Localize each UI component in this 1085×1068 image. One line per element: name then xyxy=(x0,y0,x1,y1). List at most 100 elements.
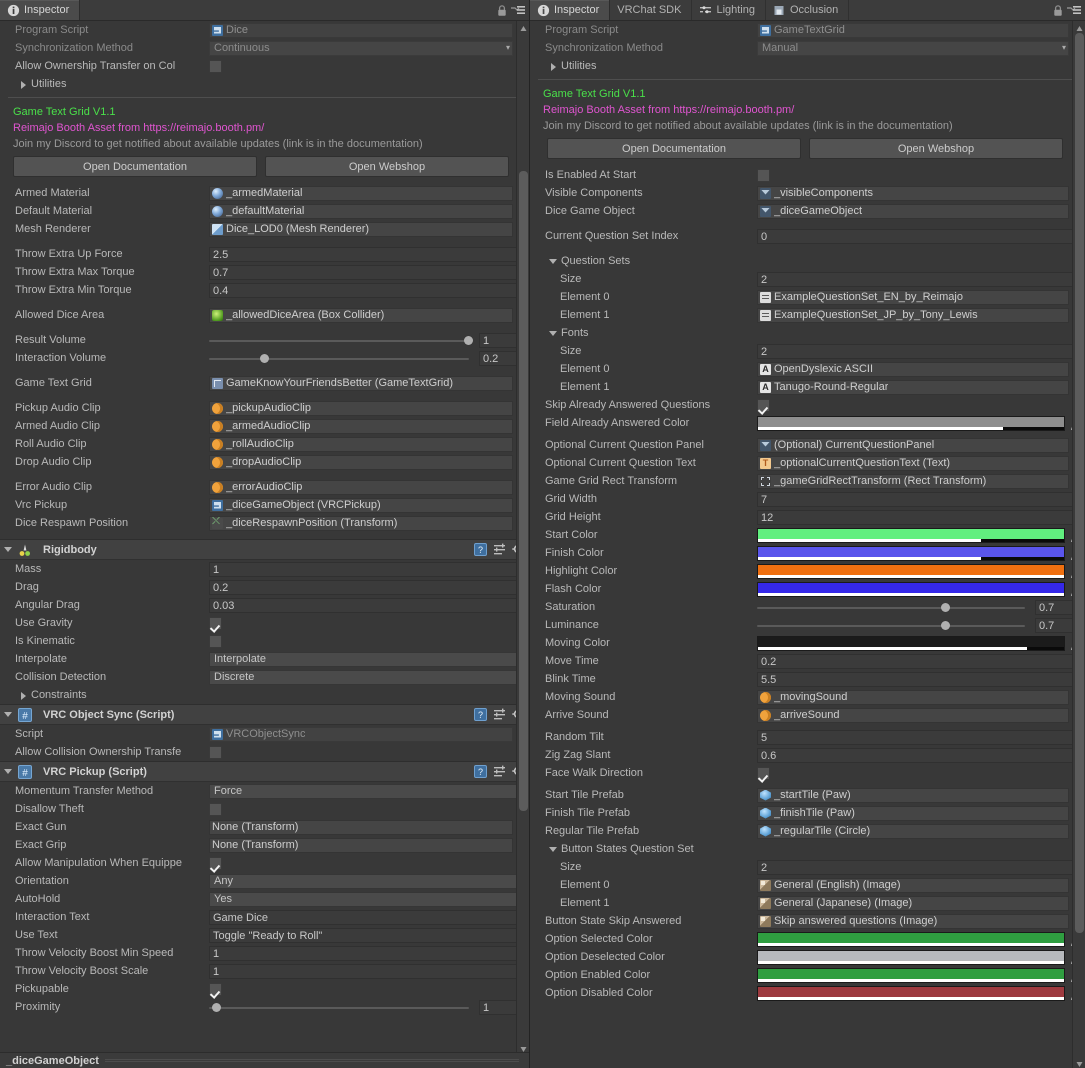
zig-zag-slant-input[interactable]: 0.6 xyxy=(757,748,1085,763)
utilities-foldout[interactable]: Utilities xyxy=(15,78,66,90)
luminance-slider[interactable] xyxy=(757,618,1029,633)
flash-color-swatch[interactable] xyxy=(757,582,1065,597)
collision-detection-dropdown[interactable]: Discrete▴▾ xyxy=(209,670,529,685)
skip-already-answered-questions-checkbox[interactable] xyxy=(757,399,770,412)
open-webshop-button[interactable]: Open Webshop xyxy=(809,138,1063,159)
option-deselected-color-swatch[interactable] xyxy=(757,950,1065,965)
pickup-header[interactable]: # VRC Pickup (Script) ? xyxy=(0,761,529,782)
moving-sound-object-field[interactable]: _movingSound xyxy=(757,690,1069,705)
arrive-sound-object-field[interactable]: _arriveSound xyxy=(757,708,1069,723)
element-0-object-field[interactable]: General (English) (Image) xyxy=(757,878,1069,893)
size-input[interactable]: 2 xyxy=(757,860,1085,875)
default-material-object-field[interactable]: _defaultMaterial xyxy=(209,204,513,219)
open-webshop-button[interactable]: Open Webshop xyxy=(265,156,509,177)
scroll-thumb[interactable] xyxy=(1075,33,1084,933)
orientation-dropdown[interactable]: Any▴▾ xyxy=(209,874,529,889)
scroll-down-icon[interactable] xyxy=(1076,1059,1083,1066)
sync-method-dropdown[interactable]: Continuous ▾ xyxy=(209,41,513,56)
constraints-foldout[interactable]: Constraints xyxy=(15,689,87,701)
preset-icon[interactable] xyxy=(493,543,506,556)
highlight-color-swatch[interactable] xyxy=(757,564,1065,579)
help-icon[interactable]: ? xyxy=(474,765,487,778)
option-disabled-color-swatch[interactable] xyxy=(757,986,1065,1001)
dice-game-object-object-field[interactable]: _diceGameObject xyxy=(757,204,1069,219)
vrc-pickup-object-field[interactable]: _diceGameObject (VRCPickup) xyxy=(209,498,513,513)
interaction-text-input[interactable]: Game Dice xyxy=(209,910,529,925)
game-text-grid-object-field[interactable]: GameKnowYourFriendsBetter (GameTextGrid) xyxy=(209,376,513,391)
proximity-slider[interactable] xyxy=(209,1000,473,1015)
field-already-answered-color-swatch[interactable] xyxy=(757,416,1065,431)
mass-input[interactable]: 1 xyxy=(209,562,529,577)
program-script-field[interactable]: Dice xyxy=(209,23,513,38)
row-constraints[interactable]: Constraints xyxy=(0,686,529,704)
option-selected-color-swatch[interactable] xyxy=(757,932,1065,947)
fonts-foldout[interactable]: Fonts xyxy=(530,324,1085,342)
armed-audio-clip-object-field[interactable]: _armedAudioClip xyxy=(209,419,513,434)
utilities-foldout[interactable]: Utilities xyxy=(545,60,596,72)
dice-respawn-position-object-field[interactable]: _diceRespawnPosition (Transform) xyxy=(209,516,513,531)
slider-handle[interactable] xyxy=(464,336,473,345)
slider-handle[interactable] xyxy=(260,354,269,363)
tab-lighting[interactable]: Lighting xyxy=(692,0,766,20)
lock-icon[interactable] xyxy=(1052,4,1064,17)
random-tilt-input[interactable]: 5 xyxy=(757,730,1085,745)
regular-tile-prefab-object-field[interactable]: _regularTile (Circle) xyxy=(757,824,1069,839)
element-0-object-field[interactable]: OpenDyslexic ASCII xyxy=(757,362,1069,377)
armed-material-object-field[interactable]: _armedMaterial xyxy=(209,186,513,201)
program-script-field[interactable]: GameTextGrid xyxy=(757,23,1069,38)
is-enabled-at-start-checkbox[interactable] xyxy=(757,169,770,182)
preset-icon[interactable] xyxy=(493,708,506,721)
help-icon[interactable]: ? xyxy=(474,708,487,721)
blink-time-input[interactable]: 5.5 xyxy=(757,672,1085,687)
roll-audio-clip-object-field[interactable]: _rollAudioClip xyxy=(209,437,513,452)
move-time-input[interactable]: 0.2 xyxy=(757,654,1085,669)
rigidbody-header[interactable]: Rigidbody ? xyxy=(0,539,529,560)
disallow-theft-checkbox[interactable] xyxy=(209,803,222,816)
question-sets-foldout[interactable]: Question Sets xyxy=(530,252,1085,270)
allow-manipulation-when-equippe-checkbox[interactable] xyxy=(209,857,222,870)
chevron-down-icon[interactable] xyxy=(4,710,13,719)
grid-height-input[interactable]: 12 xyxy=(757,510,1085,525)
slider-handle[interactable] xyxy=(941,603,950,612)
use-gravity-checkbox[interactable] xyxy=(209,617,222,630)
ownership-transfer-checkbox[interactable] xyxy=(209,60,222,73)
tab-occlusion[interactable]: Occlusion xyxy=(766,0,849,20)
tab-vrchat-sdk[interactable]: VRChat SDK xyxy=(610,0,692,20)
allow-collision-ownership-transfe-checkbox[interactable] xyxy=(209,746,222,759)
result-volume-slider[interactable] xyxy=(209,333,473,348)
error-audio-clip-object-field[interactable]: _errorAudioClip xyxy=(209,480,513,495)
scroll-thumb[interactable] xyxy=(519,171,528,811)
allowed-dice-area-object-field[interactable]: _allowedDiceArea (Box Collider) xyxy=(209,308,513,323)
mesh-renderer-object-field[interactable]: Dice_LOD0 (Mesh Renderer) xyxy=(209,222,513,237)
scroll-down-icon[interactable] xyxy=(520,1044,527,1051)
tab-inspector[interactable]: Inspector xyxy=(530,0,610,20)
script-object-field[interactable]: VRCObjectSync xyxy=(209,727,513,742)
pickupable-checkbox[interactable] xyxy=(209,983,222,996)
exact-gun-object-field[interactable]: None (Transform) xyxy=(209,820,513,835)
throw-velocity-boost-min-speed-input[interactable]: 1 xyxy=(209,946,529,961)
menu-icon[interactable] xyxy=(1067,5,1081,16)
exact-grip-object-field[interactable]: None (Transform) xyxy=(209,838,513,853)
is-kinematic-checkbox[interactable] xyxy=(209,635,222,648)
scroll-up-icon[interactable] xyxy=(520,23,527,30)
button-state-skip-answered-object-field[interactable]: Skip answered questions (Image) xyxy=(757,914,1069,929)
element-1-object-field[interactable]: Tanugo-Round-Regular xyxy=(757,380,1069,395)
size-input[interactable]: 2 xyxy=(757,272,1085,287)
throw-extra-up-force-input[interactable]: 2.5 xyxy=(209,247,529,262)
use-text-input[interactable]: Toggle "Ready to Roll" xyxy=(209,928,529,943)
sync-method-dropdown[interactable]: Manual ▾ xyxy=(757,41,1069,56)
throw-extra-max-torque-input[interactable]: 0.7 xyxy=(209,265,529,280)
finish-tile-prefab-object-field[interactable]: _finishTile (Paw) xyxy=(757,806,1069,821)
interpolate-dropdown[interactable]: Interpolate▴▾ xyxy=(209,652,529,667)
slider-handle[interactable] xyxy=(941,621,950,630)
optional-current-question-text-object-field[interactable]: _optionalCurrentQuestionText (Text) xyxy=(757,456,1069,471)
scroll-up-icon[interactable] xyxy=(1076,23,1083,30)
interaction-volume-slider[interactable] xyxy=(209,351,473,366)
autohold-dropdown[interactable]: Yes▴▾ xyxy=(209,892,529,907)
game-grid-rect-transform-object-field[interactable]: _gameGridRectTransform (Rect Transform) xyxy=(757,474,1069,489)
momentum-transfer-method-dropdown[interactable]: Force▴▾ xyxy=(209,784,529,799)
element-0-object-field[interactable]: ExampleQuestionSet_EN_by_Reimajo xyxy=(757,290,1069,305)
drag-input[interactable]: 0.2 xyxy=(209,580,529,595)
chevron-down-icon[interactable] xyxy=(4,767,13,776)
menu-icon[interactable] xyxy=(511,5,525,16)
